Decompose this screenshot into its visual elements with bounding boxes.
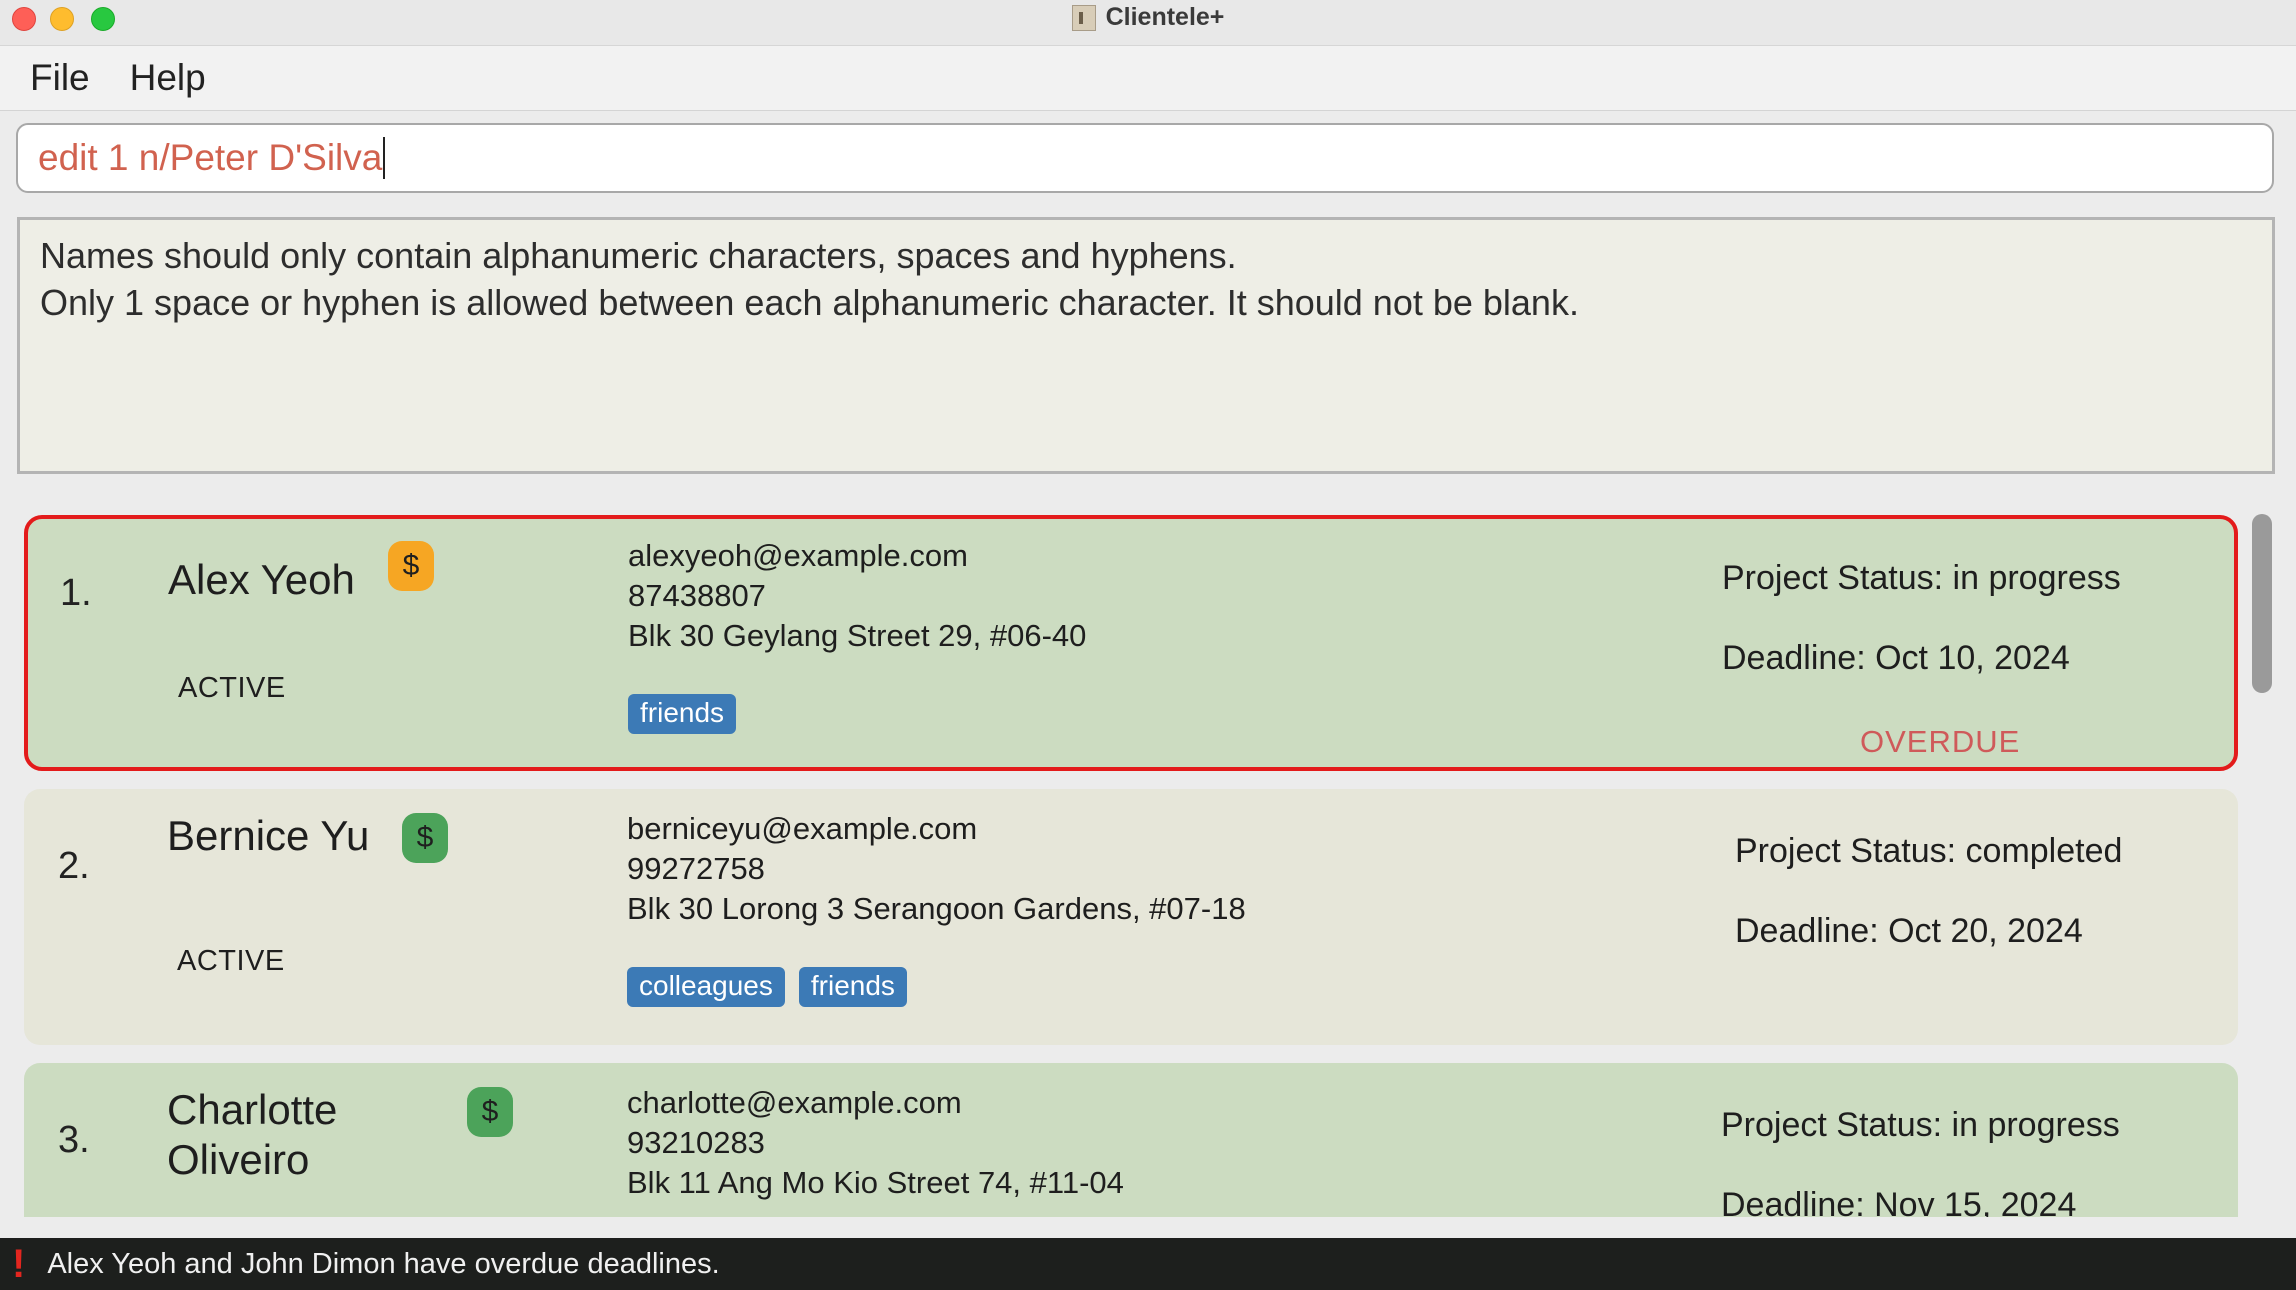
- client-name: Bernice Yu: [167, 812, 370, 859]
- client-email: berniceyu@example.com: [627, 811, 978, 846]
- menu-bar: File Help: [0, 46, 2296, 111]
- project-status: Project Status: in progress: [1722, 559, 2121, 597]
- client-index: 1.: [60, 572, 92, 614]
- client-name: Alex Yeoh: [168, 556, 355, 603]
- client-index: 2.: [58, 845, 90, 887]
- client-card[interactable]: 2. Bernice Yu $ ACTIVE berniceyu@example…: [24, 789, 2238, 1045]
- menu-file[interactable]: File: [30, 57, 90, 99]
- command-input[interactable]: edit 1 n/Peter D'Silva: [16, 123, 2274, 193]
- text-caret: [383, 137, 386, 179]
- tag-list: colleagues friends: [627, 967, 921, 1007]
- overdue-label: OVERDUE: [1860, 724, 2021, 759]
- tag: colleagues: [627, 967, 785, 1007]
- client-address: Blk 11 Ang Mo Kio Street 74, #11-04: [627, 1165, 1124, 1200]
- client-email: alexyeoh@example.com: [628, 538, 968, 573]
- exclamation-icon: !: [12, 1241, 26, 1286]
- menu-help[interactable]: Help: [130, 57, 206, 99]
- status-message: Alex Yeoh and John Dimon have overdue de…: [47, 1247, 720, 1280]
- deadline: Deadline: Oct 20, 2024: [1735, 912, 2083, 950]
- client-card[interactable]: 1. Alex Yeoh $ ACTIVE alexyeoh@example.c…: [24, 515, 2238, 771]
- tag-list: friends: [628, 694, 750, 734]
- client-status: ACTIVE: [178, 672, 286, 704]
- project-status: Project Status: in progress: [1721, 1106, 2120, 1144]
- client-index: 3.: [58, 1119, 90, 1161]
- client-name-line: Oliveiro: [167, 1136, 310, 1183]
- client-card[interactable]: 3. Charlotte Oliveiro $ charlotte@exampl…: [24, 1063, 2238, 1217]
- project-status: Project Status: completed: [1735, 832, 2123, 870]
- client-status: ACTIVE: [177, 945, 285, 977]
- window-title-group: Clientele+: [0, 0, 2296, 35]
- tag: friends: [628, 694, 737, 734]
- client-phone: 87438807: [628, 578, 766, 613]
- client-name-line: Charlotte: [167, 1086, 338, 1133]
- command-input-text: edit 1 n/Peter D'Silva: [38, 137, 383, 178]
- deadline: Deadline: Nov 15, 2024: [1721, 1186, 2077, 1217]
- client-phone: 93210283: [627, 1125, 765, 1160]
- status-bar: ! Alex Yeoh and John Dimon have overdue …: [0, 1238, 2296, 1290]
- tag: friends: [798, 967, 907, 1007]
- payment-status-icon: $: [467, 1087, 513, 1137]
- client-phone: 99272758: [627, 851, 765, 886]
- result-line: Names should only contain alphanumeric c…: [40, 235, 1237, 276]
- result-display[interactable]: Names should only contain alphanumeric c…: [17, 217, 2275, 474]
- app-icon: [1071, 4, 1096, 31]
- client-email: charlotte@example.com: [627, 1085, 962, 1120]
- client-address: Blk 30 Geylang Street 29, #06-40: [628, 618, 1087, 653]
- window-title: Clientele+: [1105, 3, 1225, 31]
- payment-status-icon: $: [388, 541, 434, 591]
- result-line: Only 1 space or hyphen is allowed betwee…: [40, 282, 1579, 323]
- title-bar: Clientele+: [0, 0, 2296, 46]
- client-list[interactable]: 1. Alex Yeoh $ ACTIVE alexyeoh@example.c…: [0, 500, 2296, 1217]
- list-scrollbar-thumb[interactable]: [2252, 514, 2272, 693]
- payment-status-icon: $: [402, 813, 448, 863]
- deadline: Deadline: Oct 10, 2024: [1722, 639, 2070, 677]
- client-address: Blk 30 Lorong 3 Serangoon Gardens, #07-1…: [627, 891, 1246, 926]
